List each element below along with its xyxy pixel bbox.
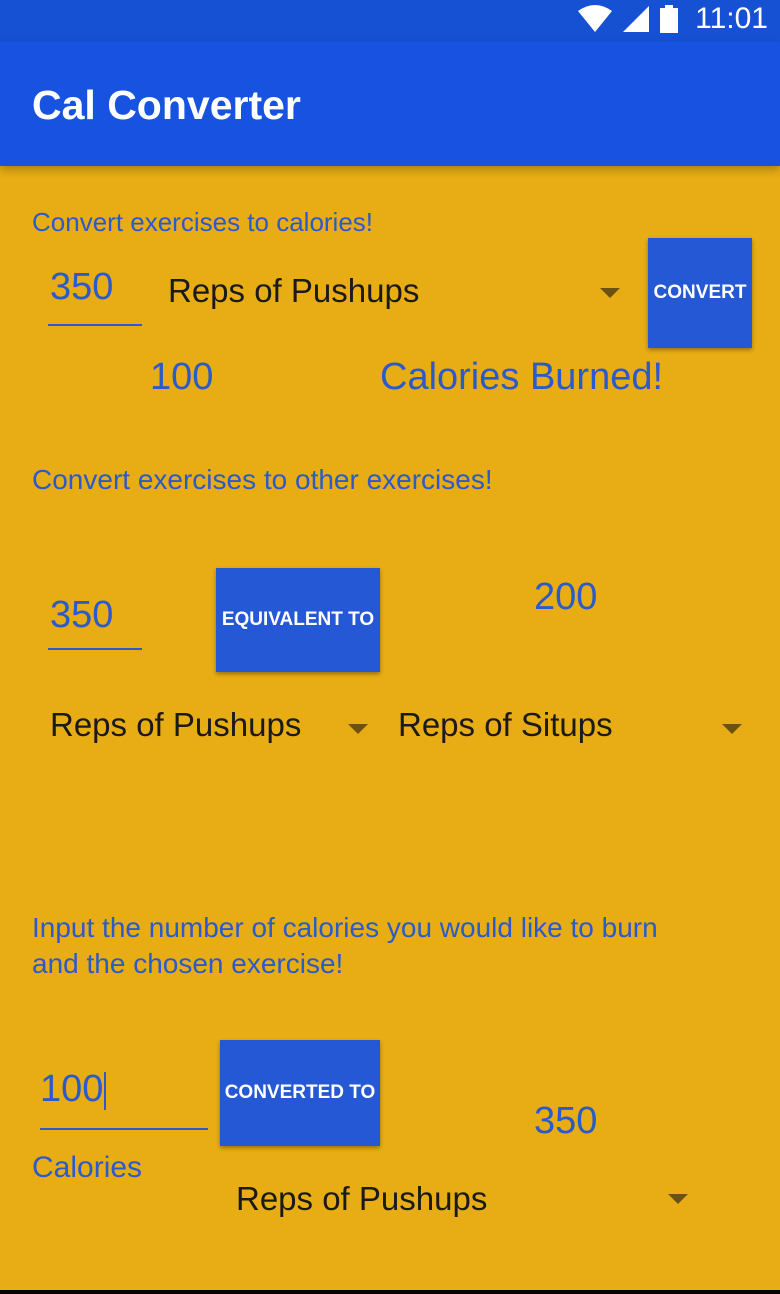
section3-exercise-label: Reps of Pushups: [236, 1180, 488, 1217]
chevron-down-icon: [668, 1194, 688, 1204]
section2-result-value: 200: [534, 576, 598, 618]
battery-icon: [660, 5, 679, 33]
status-icons: 11:01: [577, 2, 768, 35]
chevron-down-icon: [722, 724, 742, 734]
text-cursor: [104, 1071, 107, 1110]
status-bar: 11:01: [0, 0, 780, 42]
section2-amount-input[interactable]: 350: [48, 594, 142, 650]
section3-heading-line2: and the chosen exercise!: [32, 948, 344, 979]
section1-result-value: 100: [150, 356, 214, 398]
section3-calories-value: 100: [40, 1068, 104, 1110]
section1-amount-input[interactable]: 350: [48, 266, 142, 326]
bottom-edge: [0, 1290, 780, 1294]
section2-from-exercise-label: Reps of Pushups: [50, 706, 302, 743]
wifi-icon: [578, 5, 613, 32]
section2-from-exercise-spinner[interactable]: Reps of Pushups: [50, 706, 370, 756]
section1-exercise-label: Reps of Pushups: [168, 272, 420, 309]
section1-exercise-spinner[interactable]: Reps of Pushups: [168, 272, 628, 322]
converted-to-button[interactable]: CONVERTED TO: [220, 1040, 380, 1146]
section2-to-exercise-label: Reps of Situps: [398, 706, 613, 743]
main-content: Convert exercises to calories! 350 Reps …: [0, 166, 780, 1290]
section3-result-value: 350: [534, 1100, 598, 1142]
section3-calories-input[interactable]: 100: [40, 1068, 208, 1130]
section3-calories-unit: Calories: [32, 1151, 143, 1184]
section3-heading-line1: Input the number of calories you would l…: [32, 912, 658, 943]
app-bar: Cal Converter: [0, 42, 780, 166]
cell-signal-icon: [623, 6, 650, 32]
chevron-down-icon: [600, 288, 620, 298]
convert-button[interactable]: CONVERT: [648, 238, 752, 348]
chevron-down-icon: [348, 724, 368, 734]
section1-heading: Convert exercises to calories!: [32, 207, 374, 237]
status-time: 11:01: [695, 2, 768, 35]
section3-exercise-spinner[interactable]: Reps of Pushups: [236, 1180, 696, 1230]
section2-to-exercise-spinner[interactable]: Reps of Situps: [398, 706, 750, 756]
equivalent-to-button[interactable]: EQUIVALENT TO: [216, 568, 380, 672]
section2-heading: Convert exercises to other exercises!: [32, 464, 493, 495]
app-title: Cal Converter: [32, 82, 301, 128]
section1-result-label: Calories Burned!: [380, 356, 664, 398]
